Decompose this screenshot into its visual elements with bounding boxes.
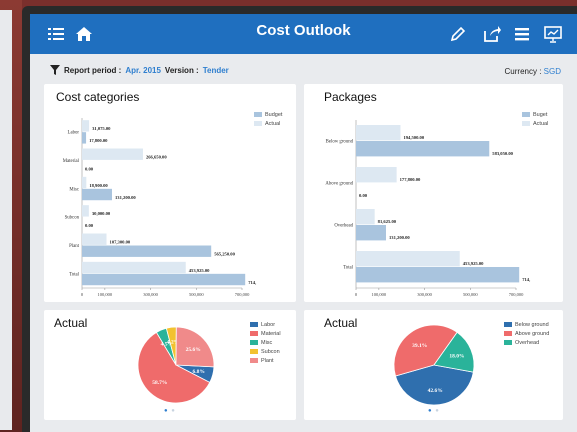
pie-value-label: 42.6% <box>428 388 443 394</box>
legend-above-ground: Above ground <box>515 330 550 337</box>
category-label: Misc <box>69 187 79 192</box>
x-tick-label: 500,000 <box>189 292 204 298</box>
app-screen: Cost Outlook Report period : Apr. 2015 V… <box>30 14 577 432</box>
x-tick-label: 100,000 <box>372 292 387 298</box>
bar <box>82 132 87 144</box>
category-label: Total <box>343 266 353 271</box>
x-tick-label: 300,000 <box>417 292 432 298</box>
actual-left-legend: Labor Material Misc Subcon Plant <box>250 320 281 365</box>
bar-value-label: 31,075.00 <box>92 126 111 131</box>
bar <box>356 225 386 241</box>
bar <box>82 205 89 217</box>
bar-value-label: 131,200.00 <box>115 195 136 200</box>
currency-value[interactable]: SGD <box>544 67 561 76</box>
version-label: Version : <box>164 65 199 75</box>
legend-plant: Plant <box>261 357 274 364</box>
bar <box>82 261 186 274</box>
pie-value-label: 58.7% <box>152 380 167 386</box>
actual-cost-pie-card: Actual 6.8% 58.7% 4.5% 4.2% 25.6% Labor Mate… <box>44 310 296 420</box>
pie-value-label: 25.6% <box>186 347 201 353</box>
legend-material: Material <box>261 330 281 337</box>
bar-value-label: 583,050.00 <box>492 151 513 156</box>
actual-package-pie-card: Actual 42.6% 39.1% 18.0% Below ground Abov… <box>304 310 563 420</box>
packages-chart: 0 100,000 300,000 500,000 700,000 Below groun… <box>325 120 530 298</box>
category-label: Above ground <box>325 182 353 187</box>
x-tick-label: 500,000 <box>463 292 478 298</box>
report-period-value[interactable]: Apr. 2015 <box>125 66 161 75</box>
legend-below-ground: Below ground <box>515 321 549 328</box>
report-period-label: Report period : <box>64 65 122 75</box>
bar <box>82 273 246 286</box>
category-label: Material <box>63 159 80 164</box>
category-label: Total <box>69 272 79 277</box>
pie-value-label: 39.1% <box>412 343 427 349</box>
bar-value-label: 453,925.00 <box>189 268 210 273</box>
bar-value-label: 30,000.00 <box>92 211 111 216</box>
bar-value-label: 453,925.00 <box>463 261 484 266</box>
bar-value-label: 565,250.00 <box>214 252 235 257</box>
category-label: Overhead <box>334 224 353 229</box>
version-value[interactable]: Tender <box>203 66 229 75</box>
navbar: Cost Outlook <box>30 14 577 54</box>
bar-value-label: 81,625.00 <box>378 219 397 224</box>
bar-value-label: 714, <box>522 277 530 282</box>
bar <box>82 176 87 189</box>
category-label: Below ground <box>326 140 354 145</box>
share-icon[interactable] <box>482 24 502 44</box>
bar <box>82 120 90 132</box>
x-tick-label: 0 <box>81 292 84 297</box>
edit-icon[interactable] <box>448 24 468 44</box>
bar <box>82 148 143 160</box>
bar-value-label: 714, <box>248 280 256 285</box>
legend-overhead: Overhead <box>515 339 540 346</box>
bar <box>82 233 107 245</box>
cost-categories-card: Cost categories Budget Actual 0 100,000 30… <box>44 84 296 302</box>
presentation-icon[interactable] <box>543 24 563 44</box>
page-indicator[interactable]: ● ● <box>164 408 176 414</box>
legend-subcon: Subcon <box>261 348 280 355</box>
bar-value-label: 177,800.00 <box>400 177 421 182</box>
bar-value-label: 266,650.00 <box>146 155 167 160</box>
bar-value-label: 107,300.00 <box>110 240 131 245</box>
filter-icon[interactable] <box>50 65 60 75</box>
bar-value-label: 0.00 <box>85 167 94 172</box>
x-tick-label: 0 <box>355 292 358 297</box>
bar <box>356 141 490 157</box>
packages-card: Packages Buget Actual 0 100,000 300,000 500… <box>304 84 563 302</box>
bar-value-label: 194,500.00 <box>403 135 424 140</box>
report-bar: Report period : Apr. 2015 Version : Tend… <box>30 54 577 84</box>
pie-value-label: 18.0% <box>449 354 464 360</box>
bar <box>82 188 112 201</box>
legend-labor: Labor <box>261 321 276 328</box>
currency-label: Currency : <box>504 67 542 76</box>
bar <box>356 251 460 267</box>
bar <box>356 167 397 183</box>
bar-value-label: 0.00 <box>85 223 94 228</box>
bar-value-label: 17,800.00 <box>89 138 108 143</box>
bar-value-label: 131,200.00 <box>389 235 410 240</box>
cost-categories-chart: 0 100,000 300,000 500,000 700,000 Labor 31,075… <box>63 118 256 298</box>
x-tick-label: 100,000 <box>98 292 113 298</box>
legend-misc: Misc <box>261 339 273 346</box>
bar-value-label: 0.00 <box>359 193 368 198</box>
x-tick-label: 300,000 <box>143 292 158 298</box>
bar-value-label: 18,900.00 <box>89 183 108 188</box>
category-label: Labor <box>68 131 80 136</box>
menu-icon[interactable] <box>512 24 532 44</box>
bar <box>356 125 401 141</box>
actual-right-legend: Below ground Above ground Overhead <box>504 320 549 347</box>
page-indicator[interactable]: ● ● <box>428 408 440 414</box>
adjacent-screen-edge <box>0 10 12 430</box>
x-tick-label: 700,000 <box>235 292 250 298</box>
category-label: Subcon <box>65 216 80 221</box>
x-tick-label: 700,000 <box>509 292 524 298</box>
bar <box>356 209 375 225</box>
bar <box>82 245 212 257</box>
category-label: Plant <box>69 244 80 249</box>
bar <box>356 267 520 283</box>
